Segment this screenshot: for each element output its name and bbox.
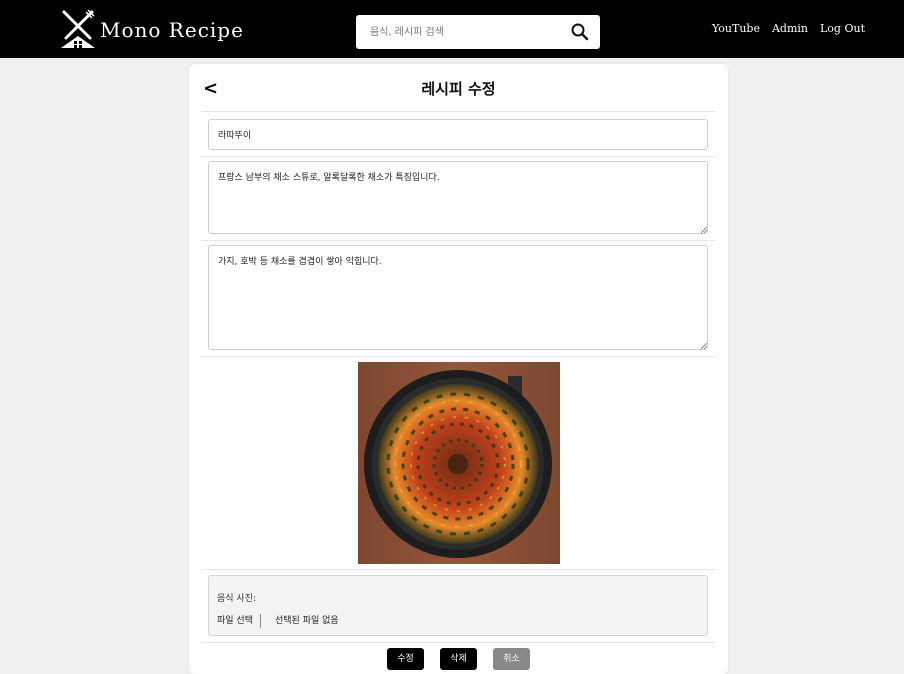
photo-upload-box: 음식 사진: 파일 선택 선택된 파일 없음 — [208, 575, 708, 636]
logo-text: Mono Recipe — [100, 18, 244, 42]
nav-logout-link[interactable]: Log Out — [820, 22, 865, 35]
divider — [202, 156, 715, 157]
divider — [202, 569, 715, 570]
header-nav: YouTube Admin Log Out — [712, 22, 865, 35]
file-status-text: 선택된 파일 없음 — [275, 616, 339, 626]
search-input[interactable] — [356, 15, 566, 49]
ratatouille-image — [358, 362, 560, 564]
logo[interactable]: Mono Recipe — [58, 8, 244, 52]
search-bar — [356, 15, 600, 49]
recipe-instructions-textarea[interactable]: 가지, 호박 등 채소를 겹겹이 쌓아 익힙니다. — [208, 245, 708, 350]
resize-grip-icon[interactable] — [701, 227, 707, 233]
edit-button[interactable]: 수정 — [387, 648, 424, 670]
nav-youtube-link[interactable]: YouTube — [712, 22, 760, 35]
recipe-name-input[interactable] — [208, 119, 708, 150]
nav-admin-link[interactable]: Admin — [772, 22, 808, 35]
page-title: 레시피 수정 — [421, 80, 496, 98]
resize-grip-icon[interactable] — [701, 343, 707, 349]
divider — [202, 111, 715, 112]
recipe-photo — [358, 362, 560, 564]
photo-label: 음식 사진: — [217, 594, 257, 604]
divider — [202, 240, 715, 241]
recipe-edit-card: < 레시피 수정 프랑스 남부의 채소 스튜로, 알록달록한 채소가 특징입니다… — [189, 64, 728, 674]
file-choose-button[interactable]: 파일 선택 — [217, 614, 261, 628]
top-navbar: Mono Recipe YouTube Admin Log Out — [0, 0, 904, 58]
divider — [202, 356, 715, 357]
search-icon[interactable] — [570, 22, 590, 42]
fork-knife-house-icon — [61, 9, 95, 48]
recipe-description-textarea[interactable]: 프랑스 남부의 채소 스튜로, 알록달록한 채소가 특징입니다. — [208, 161, 708, 234]
delete-button[interactable]: 삭제 — [440, 648, 477, 670]
cancel-button[interactable]: 취소 — [493, 648, 530, 670]
divider — [202, 642, 715, 643]
